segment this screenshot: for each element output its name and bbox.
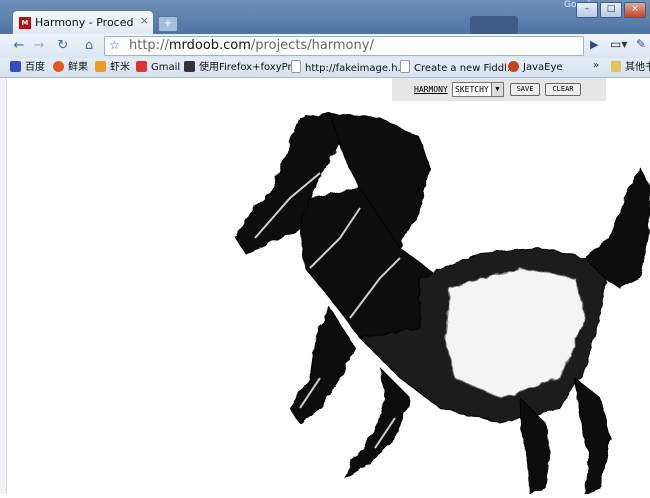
brush-select[interactable]: SKETCHY ▼ [452, 82, 504, 97]
forward-icon[interactable]: → [30, 37, 48, 55]
clear-button[interactable]: CLEAR [545, 83, 581, 96]
page-left-edge [0, 78, 7, 494]
bookmark-jsfiddle[interactable]: Create a new Fiddl... [400, 60, 516, 75]
bookmark-fakeimage[interactable]: http://fakeimage.h... [291, 60, 407, 75]
back-icon[interactable]: ← [10, 37, 28, 55]
page-icon [400, 60, 410, 73]
paw-icon [10, 61, 21, 72]
bookmark-baidu[interactable]: 百度 [10, 60, 45, 75]
page-icon [184, 61, 195, 72]
bookmark-javaeye[interactable]: JavaEye [508, 60, 563, 75]
bookmarks-more-icon[interactable]: » [593, 60, 599, 71]
bookmark-star-icon[interactable]: ☆ [109, 38, 120, 52]
bookmark-gmail[interactable]: Gmail [136, 60, 180, 75]
new-tab-button[interactable]: + [158, 16, 178, 32]
fruit-icon [53, 61, 64, 72]
tab-close-icon[interactable]: × [140, 14, 149, 27]
bookmark-other[interactable]: 其他书 [611, 60, 650, 75]
maximize-button[interactable]: □ [600, 2, 622, 18]
bookmark-foxyproxy[interactable]: 使用Firefox+foxyPr... [184, 60, 300, 75]
harmony-about-link[interactable]: HARMONY [414, 85, 448, 94]
harmony-menu-panel: HARMONY SKETCHY ▼ SAVE CLEAR [392, 78, 606, 101]
folder-icon [611, 61, 621, 72]
home-icon[interactable]: ⌂ [80, 37, 98, 55]
xiami-icon [95, 61, 106, 72]
save-button[interactable]: SAVE [510, 83, 540, 96]
window-controls: – □ × [576, 2, 646, 18]
minimize-button[interactable]: – [576, 2, 598, 18]
window-close-button[interactable]: × [624, 2, 646, 18]
brush-select-value: SKETCHY [455, 85, 489, 94]
horse-sketch-drawing [235, 113, 650, 495]
page-menu-icon[interactable]: ▭▾ [610, 37, 627, 51]
gmail-icon [136, 61, 147, 72]
harmony-canvas[interactable] [0, 78, 650, 495]
bookmark-xiami[interactable]: 虾米 [95, 60, 130, 75]
bookmark-xianguo[interactable]: 鲜果 [53, 60, 88, 75]
mrdoob-favicon-icon: M [19, 17, 31, 29]
url-text: http://mrdoob.com/projects/harmony/ [129, 38, 374, 53]
bookmarks-bar: 百度 鲜果 虾米 Gmail 使用Firefox+foxyPr... http:… [0, 58, 650, 78]
page-icon [291, 60, 301, 73]
java-icon [508, 61, 519, 72]
reload-icon[interactable]: ↻ [54, 37, 72, 55]
wrench-icon[interactable]: ✎ [636, 37, 646, 51]
tab-harmony[interactable]: M Harmony - Procedural ... × [12, 10, 154, 35]
profile-avatar [470, 16, 518, 34]
chevron-down-icon: ▼ [491, 83, 503, 96]
tab-strip: M Harmony - Procedural ... × + Google – … [0, 0, 650, 35]
address-bar[interactable]: ☆ http://mrdoob.com/projects/harmony/ [104, 36, 584, 56]
tab-title: Harmony - Procedural ... [35, 16, 133, 29]
go-icon[interactable]: ▶ [590, 38, 598, 51]
browser-toolbar: ← → ↻ ⌂ ☆ http://mrdoob.com/projects/har… [0, 34, 650, 58]
